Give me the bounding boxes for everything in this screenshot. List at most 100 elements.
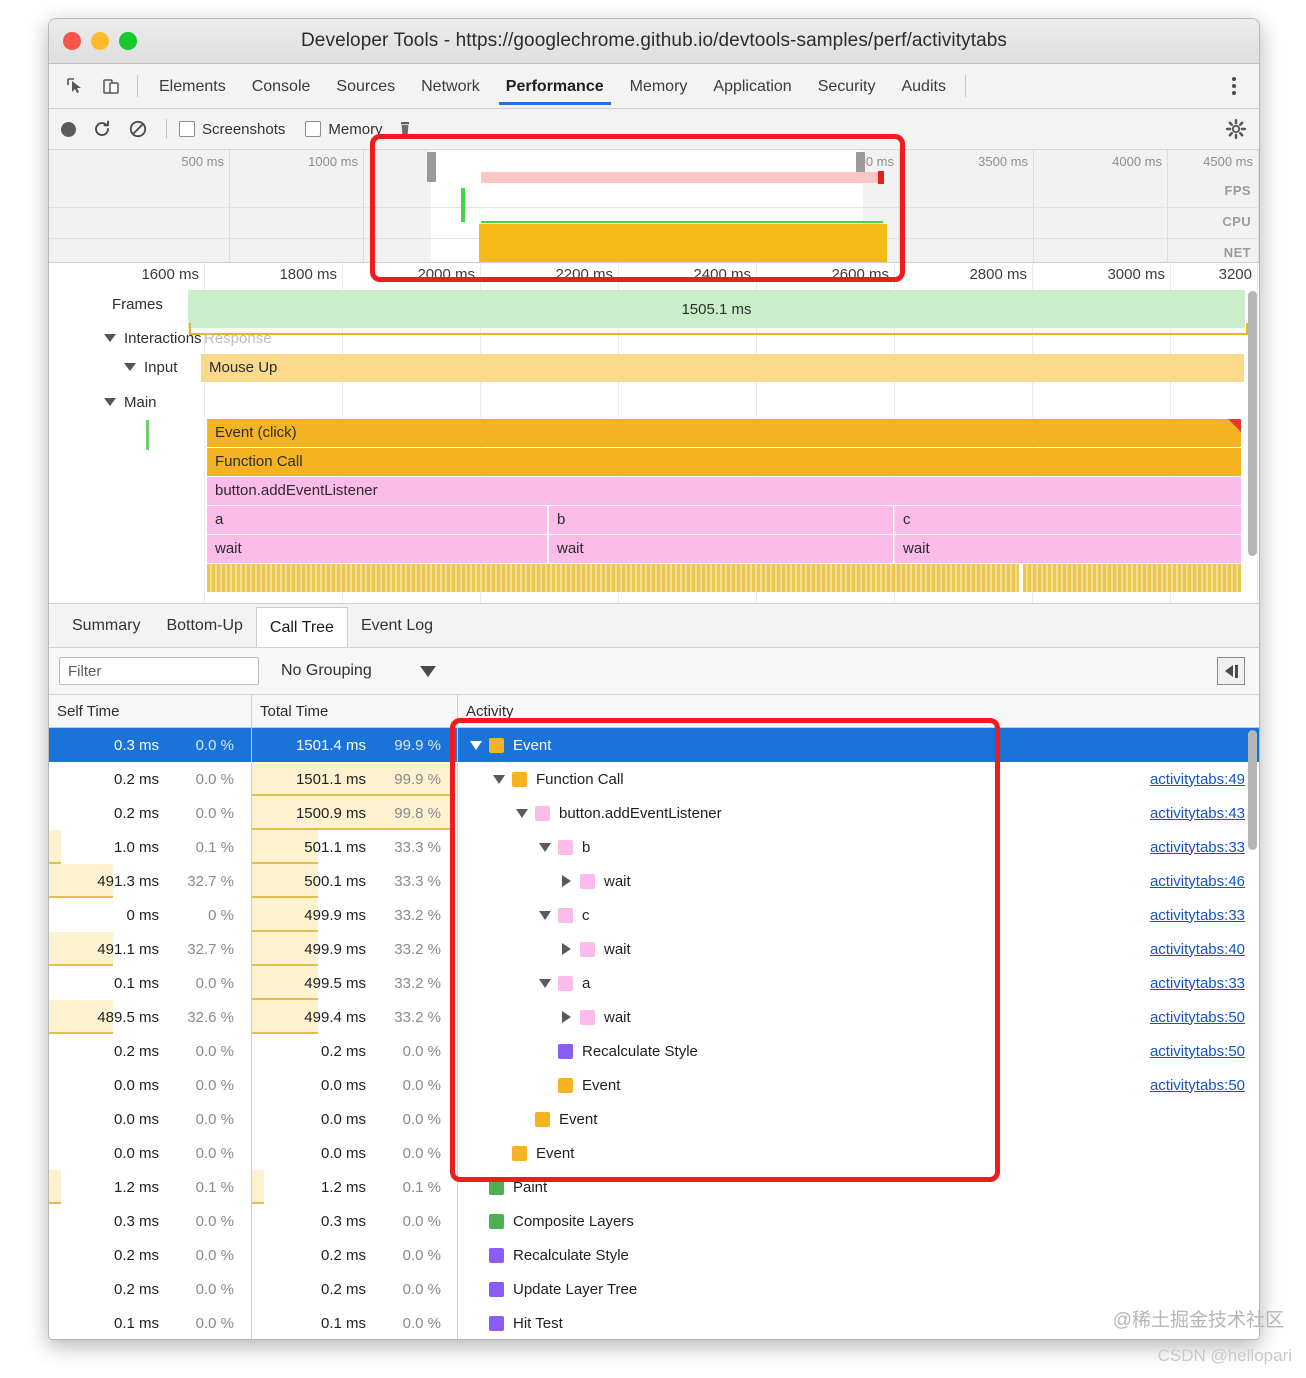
capture-settings-icon[interactable] bbox=[1225, 118, 1247, 140]
chevron-down-icon[interactable] bbox=[539, 978, 551, 988]
flame-bar-sampled-frames-left[interactable] bbox=[207, 564, 1019, 592]
device-toolbar-icon[interactable] bbox=[96, 71, 126, 101]
source-link[interactable]: activitytabs:43 bbox=[1150, 805, 1245, 822]
memory-toggle[interactable]: Memory bbox=[305, 121, 383, 138]
source-link[interactable]: activitytabs:40 bbox=[1150, 941, 1245, 958]
source-link[interactable]: activitytabs:33 bbox=[1150, 975, 1245, 992]
flame-bar-add-event-listener[interactable]: button.addEventListener bbox=[207, 477, 1241, 505]
flame-bar-sampled-frames-right[interactable] bbox=[1023, 564, 1241, 592]
source-link[interactable]: activitytabs:50 bbox=[1150, 1077, 1245, 1094]
total-time-percent: 0.0 % bbox=[402, 1280, 441, 1298]
table-row[interactable]: 491.1 ms 32.7 % 499.9 ms 33.2 % wait activity… bbox=[49, 932, 1259, 966]
more-options-icon[interactable] bbox=[1217, 69, 1251, 103]
flame-chart-scrollbar[interactable] bbox=[1248, 291, 1257, 556]
call-tree-body[interactable]: 0.3 ms 0.0 % 1501.4 ms 99.9 % Event 0.2 ms 0.0… bbox=[49, 728, 1259, 1339]
tab-elements[interactable]: Elements bbox=[146, 67, 239, 105]
cell-total-time: 501.1 ms 33.3 % bbox=[252, 830, 458, 864]
chevron-right-icon[interactable] bbox=[562, 875, 571, 887]
flame-bar-function-call[interactable]: Function Call bbox=[207, 448, 1241, 476]
table-row[interactable]: 1.0 ms 0.1 % 501.1 ms 33.3 % b activitytabs:3… bbox=[49, 830, 1259, 864]
column-header-self-time[interactable]: Self Time bbox=[49, 695, 252, 727]
call-tree-scrollbar[interactable] bbox=[1248, 730, 1257, 850]
tab-audits[interactable]: Audits bbox=[888, 67, 958, 105]
table-row[interactable]: 0.0 ms 0.0 % 0.0 ms 0.0 % Event bbox=[49, 1136, 1259, 1170]
column-header-activity[interactable]: Activity bbox=[458, 695, 1259, 727]
close-window-button[interactable] bbox=[63, 32, 81, 50]
source-link[interactable]: activitytabs:33 bbox=[1150, 839, 1245, 856]
source-link[interactable]: activitytabs:50 bbox=[1150, 1009, 1245, 1026]
flame-chart[interactable]: 1600 ms 1800 ms 2000 ms 2200 ms 2400 ms … bbox=[49, 263, 1259, 604]
table-row[interactable]: 0.2 ms 0.0 % 1501.1 ms 99.9 % Function Call a… bbox=[49, 762, 1259, 796]
chevron-down-icon[interactable] bbox=[539, 842, 551, 852]
overview-fps-line bbox=[481, 221, 883, 223]
flame-bar-wait-c[interactable]: wait bbox=[895, 535, 1241, 563]
flame-bar-wait-a[interactable]: wait bbox=[207, 535, 547, 563]
tab-summary[interactable]: Summary bbox=[59, 604, 153, 647]
record-button[interactable] bbox=[61, 121, 76, 137]
input-expand-icon[interactable] bbox=[124, 363, 136, 371]
tab-console[interactable]: Console bbox=[239, 67, 324, 105]
column-header-total-time[interactable]: Total Time bbox=[252, 695, 458, 727]
table-row[interactable]: 0.2 ms 0.0 % 0.2 ms 0.0 % Recalculate Style a… bbox=[49, 1034, 1259, 1068]
total-time-value: 501.1 ms bbox=[304, 838, 366, 856]
chevron-down-icon[interactable] bbox=[516, 808, 528, 818]
source-link[interactable]: activitytabs:50 bbox=[1150, 1043, 1245, 1060]
chevron-right-icon[interactable] bbox=[562, 943, 571, 955]
table-row[interactable]: 0.2 ms 0.0 % 0.2 ms 0.0 % Recalculate Style bbox=[49, 1238, 1259, 1272]
tab-bottom-up[interactable]: Bottom-Up bbox=[153, 604, 255, 647]
table-row[interactable]: 0.2 ms 0.0 % 1500.9 ms 99.8 % button.addEven… bbox=[49, 796, 1259, 830]
flame-bar-event-click[interactable]: Event (click) bbox=[207, 419, 1241, 447]
interactions-expand-icon[interactable] bbox=[104, 334, 116, 342]
table-row[interactable]: 0.1 ms 0.0 % 499.5 ms 33.2 % a activitytabs:3… bbox=[49, 966, 1259, 1000]
collapse-sidebar-button[interactable] bbox=[1217, 657, 1245, 685]
tab-memory[interactable]: Memory bbox=[617, 67, 701, 105]
overview-left-handle[interactable] bbox=[427, 152, 436, 182]
flame-bar-a[interactable]: a bbox=[207, 506, 547, 534]
overview-lane-net-label: NET bbox=[1223, 245, 1251, 260]
clear-recording-icon[interactable] bbox=[128, 119, 148, 139]
chevron-right-icon[interactable] bbox=[562, 1011, 571, 1023]
flame-bar-b[interactable]: b bbox=[549, 506, 893, 534]
table-row[interactable]: 0.1 ms 0.0 % 0.1 ms 0.0 % Hit Test bbox=[49, 1306, 1259, 1339]
tab-event-log[interactable]: Event Log bbox=[348, 604, 446, 647]
flame-bar-c[interactable]: c bbox=[895, 506, 1241, 534]
main-expand-icon[interactable] bbox=[104, 398, 116, 406]
tab-network[interactable]: Network bbox=[408, 67, 493, 105]
chevron-down-icon[interactable] bbox=[539, 910, 551, 920]
screenshots-toggle[interactable]: Screenshots bbox=[179, 121, 285, 138]
activity-color-swatch bbox=[535, 805, 550, 821]
tab-security[interactable]: Security bbox=[805, 67, 889, 105]
chevron-down-icon[interactable] bbox=[493, 774, 505, 784]
reload-and-record-icon[interactable] bbox=[92, 119, 112, 139]
garbage-collect-icon[interactable] bbox=[395, 119, 415, 139]
chevron-down-icon[interactable] bbox=[470, 740, 482, 750]
flame-bar-wait-b[interactable]: wait bbox=[549, 535, 893, 563]
minimize-window-button[interactable] bbox=[91, 32, 109, 50]
tab-performance[interactable]: Performance bbox=[493, 67, 617, 105]
flame-bar-mouse-up[interactable]: Mouse Up bbox=[201, 354, 1244, 382]
source-link[interactable]: activitytabs:46 bbox=[1150, 873, 1245, 890]
tab-sources[interactable]: Sources bbox=[323, 67, 408, 105]
memory-checkbox[interactable] bbox=[305, 121, 322, 137]
source-link[interactable]: activitytabs:49 bbox=[1150, 771, 1245, 788]
table-row[interactable]: 0.3 ms 0.0 % 0.3 ms 0.0 % Composite Layers bbox=[49, 1204, 1259, 1238]
table-row[interactable]: 0.0 ms 0.0 % 0.0 ms 0.0 % Event activitytabs:… bbox=[49, 1068, 1259, 1102]
timeline-overview[interactable]: 500 ms 1000 ms 500 ms 2000 ms 2500 ms 30… bbox=[49, 150, 1259, 263]
table-row[interactable]: 0.3 ms 0.0 % 1501.4 ms 99.9 % Event bbox=[49, 728, 1259, 762]
table-row[interactable]: 0.0 ms 0.0 % 0.0 ms 0.0 % Event bbox=[49, 1102, 1259, 1136]
activity-color-swatch bbox=[489, 1315, 504, 1331]
table-row[interactable]: 491.3 ms 32.7 % 500.1 ms 33.3 % wait activity… bbox=[49, 864, 1259, 898]
screenshots-checkbox[interactable] bbox=[179, 121, 195, 137]
source-link[interactable]: activitytabs:33 bbox=[1150, 907, 1245, 924]
table-row[interactable]: 1.2 ms 0.1 % 1.2 ms 0.1 % Paint bbox=[49, 1170, 1259, 1204]
table-row[interactable]: 489.5 ms 32.6 % 499.4 ms 33.2 % wait activity… bbox=[49, 1000, 1259, 1034]
maximize-window-button[interactable] bbox=[119, 32, 137, 50]
table-row[interactable]: 0.2 ms 0.0 % 0.2 ms 0.0 % Update Layer Tree bbox=[49, 1272, 1259, 1306]
grouping-dropdown[interactable]: No Grouping bbox=[281, 662, 436, 680]
chevron-down-icon[interactable] bbox=[419, 665, 436, 677]
table-row[interactable]: 0 ms 0 % 499.9 ms 33.2 % c activitytabs:33 bbox=[49, 898, 1259, 932]
tab-application[interactable]: Application bbox=[700, 67, 804, 105]
inspect-element-icon[interactable] bbox=[60, 71, 90, 101]
filter-input[interactable] bbox=[59, 657, 259, 685]
tab-call-tree[interactable]: Call Tree bbox=[255, 607, 348, 647]
